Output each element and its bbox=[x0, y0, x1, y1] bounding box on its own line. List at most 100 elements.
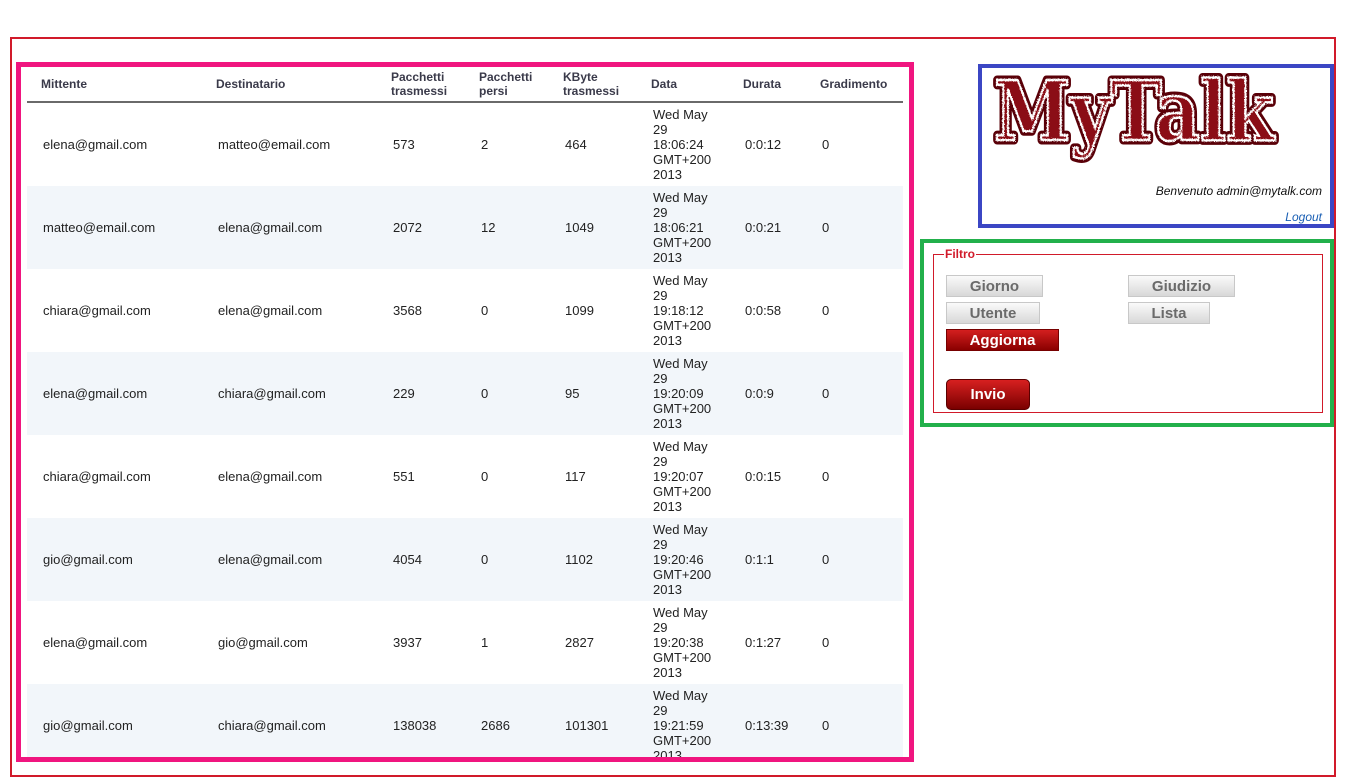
table-header-row: Mittente Destinatario Pacchetti trasmessi… bbox=[27, 67, 903, 103]
cell-rating: 0 bbox=[806, 518, 903, 601]
cell-duration: 0:1:1 bbox=[729, 518, 806, 601]
column-header-packets-sent[interactable]: Pacchetti trasmessi bbox=[377, 67, 465, 103]
header-line: trasmessi bbox=[563, 84, 620, 98]
call-log-table: Mittente Destinatario Pacchetti trasmessi… bbox=[27, 67, 903, 757]
cell-rating: 0 bbox=[822, 303, 830, 318]
utente-button[interactable]: Utente bbox=[946, 302, 1040, 324]
cell-packets-sent: 2072 bbox=[377, 186, 465, 269]
column-header-recipient[interactable]: Destinatario bbox=[202, 67, 377, 103]
table-row[interactable]: gio@gmail.com elena@gmail.com 4054 0 110… bbox=[27, 518, 903, 601]
cell-packets-lost: 0 bbox=[465, 352, 549, 435]
cell-sender: chiara@gmail.com bbox=[43, 303, 151, 318]
cell-packets-lost: 0 bbox=[465, 518, 549, 601]
column-header-packets-lost[interactable]: Pacchetti persi bbox=[465, 67, 549, 103]
cell-rating: 0 bbox=[822, 635, 830, 650]
cell-recipient: chiara@gmail.com bbox=[202, 684, 377, 757]
header-line: KByte bbox=[563, 70, 598, 84]
column-header-kbyte[interactable]: KByte trasmessi bbox=[549, 67, 637, 103]
table-row[interactable]: elena@gmail.com chiara@gmail.com 229 0 9… bbox=[27, 352, 903, 435]
table-row[interactable]: chiara@gmail.com elena@gmail.com 3568 0 … bbox=[27, 269, 903, 352]
table-row[interactable]: gio@gmail.com chiara@gmail.com 138038 26… bbox=[27, 684, 903, 757]
filter-legend: Filtro bbox=[945, 247, 975, 261]
cell-duration: 0:13:39 bbox=[729, 684, 806, 757]
cell-date: Wed May 29 19:18:12 GMT+200 2013 bbox=[653, 273, 712, 348]
cell-packets-lost: 2 bbox=[481, 137, 489, 152]
table-row[interactable]: elena@gmail.com gio@gmail.com 3937 1 282… bbox=[27, 601, 903, 684]
cell-packets-sent: 229 bbox=[377, 352, 465, 435]
cell-recipient: matteo@email.com bbox=[218, 137, 331, 152]
aggiorna-button[interactable]: Aggiorna bbox=[946, 329, 1059, 351]
cell-date: Wed May 29 19:20:07 GMT+200 2013 bbox=[653, 439, 712, 514]
cell-duration: 0:0:9 bbox=[729, 352, 806, 435]
cell-rating: 0 bbox=[806, 684, 903, 757]
cell-kbyte: 101301 bbox=[549, 684, 637, 757]
cell-packets-sent: 3937 bbox=[393, 635, 422, 650]
cell-sender: matteo@email.com bbox=[27, 186, 202, 269]
cell-sender: gio@gmail.com bbox=[27, 518, 202, 601]
cell-packets-sent: 138038 bbox=[377, 684, 465, 757]
cell-date: Wed May 29 18:06:21 GMT+200 2013 bbox=[637, 186, 729, 269]
cell-recipient: elena@gmail.com bbox=[218, 469, 323, 484]
column-header-duration[interactable]: Durata bbox=[729, 67, 806, 103]
header-line: Pacchetti bbox=[479, 70, 533, 84]
filter-fieldset: Filtro Giorno Giudizio Utente Lista Aggi… bbox=[933, 247, 1323, 413]
cell-packets-sent: 551 bbox=[393, 469, 415, 484]
invio-button[interactable]: Invio bbox=[946, 379, 1030, 410]
table-row[interactable]: matteo@email.com elena@gmail.com 2072 12… bbox=[27, 186, 903, 269]
table-row[interactable]: chiara@gmail.com elena@gmail.com 551 0 1… bbox=[27, 435, 903, 518]
giorno-button[interactable]: Giorno bbox=[946, 275, 1043, 297]
column-header-date[interactable]: Data bbox=[637, 67, 729, 103]
cell-kbyte: 1049 bbox=[549, 186, 637, 269]
cell-rating: 0 bbox=[822, 469, 830, 484]
cell-packets-lost: 0 bbox=[481, 303, 489, 318]
header-line: Pacchetti bbox=[391, 70, 445, 84]
cell-date: Wed May 29 19:20:09 GMT+200 2013 bbox=[637, 352, 729, 435]
cell-duration: 0:0:15 bbox=[745, 469, 782, 484]
cell-kbyte: 117 bbox=[565, 469, 586, 484]
cell-duration: 0:0:21 bbox=[729, 186, 806, 269]
cell-kbyte: 1099 bbox=[565, 303, 594, 318]
welcome-message: Benvenuto admin@mytalk.com bbox=[1155, 184, 1322, 198]
cell-recipient: elena@gmail.com bbox=[202, 518, 377, 601]
column-header-sender[interactable]: Mittente bbox=[27, 67, 202, 103]
cell-duration: 0:0:12 bbox=[745, 137, 782, 152]
cell-date: Wed May 29 19:20:38 GMT+200 2013 bbox=[653, 605, 712, 680]
table-row[interactable]: elena@gmail.com matteo@email.com 573 2 4… bbox=[27, 102, 903, 186]
logout-link[interactable]: Logout bbox=[1285, 210, 1322, 224]
cell-sender: elena@gmail.com bbox=[27, 352, 202, 435]
cell-packets-lost: 12 bbox=[465, 186, 549, 269]
cell-packets-sent: 3568 bbox=[393, 303, 422, 318]
cell-date: Wed May 29 19:21:59 GMT+200 2013 bbox=[637, 684, 729, 757]
cell-sender: chiara@gmail.com bbox=[43, 469, 151, 484]
cell-sender: elena@gmail.com bbox=[43, 137, 148, 152]
brand-panel: MyTalk MyTalk Benvenuto admin@mytalk.com… bbox=[978, 60, 1334, 228]
cell-kbyte: 1102 bbox=[549, 518, 637, 601]
cell-recipient: chiara@gmail.com bbox=[202, 352, 377, 435]
giudizio-button[interactable]: Giudizio bbox=[1128, 275, 1235, 297]
column-header-rating[interactable]: Gradimento bbox=[806, 67, 903, 103]
cell-duration: 0:0:58 bbox=[745, 303, 782, 318]
cell-rating: 0 bbox=[806, 352, 903, 435]
lista-button[interactable]: Lista bbox=[1128, 302, 1210, 324]
cell-packets-lost: 1 bbox=[481, 635, 489, 650]
cell-recipient: elena@gmail.com bbox=[202, 186, 377, 269]
cell-kbyte: 464 bbox=[565, 137, 587, 152]
cell-duration: 0:1:27 bbox=[745, 635, 782, 650]
call-log-panel: Mittente Destinatario Pacchetti trasmessi… bbox=[16, 62, 914, 762]
cell-packets-sent: 573 bbox=[393, 137, 415, 152]
cell-date: Wed May 29 18:06:24 GMT+200 2013 bbox=[653, 107, 712, 182]
header-line: trasmessi bbox=[391, 84, 448, 98]
cell-rating: 0 bbox=[806, 186, 903, 269]
mytalk-logo-graphic: MyTalk MyTalk bbox=[990, 60, 1281, 165]
cell-packets-sent: 4054 bbox=[377, 518, 465, 601]
cell-recipient: elena@gmail.com bbox=[218, 303, 323, 318]
cell-packets-lost: 0 bbox=[481, 469, 489, 484]
cell-sender: elena@gmail.com bbox=[43, 635, 148, 650]
cell-sender: gio@gmail.com bbox=[27, 684, 202, 757]
cell-kbyte: 2827 bbox=[565, 635, 594, 650]
header-line: persi bbox=[479, 84, 508, 98]
mytalk-logo: MyTalk MyTalk bbox=[990, 60, 1290, 168]
cell-packets-lost: 2686 bbox=[465, 684, 549, 757]
cell-date: Wed May 29 19:20:46 GMT+200 2013 bbox=[637, 518, 729, 601]
logo-text: MyTalk bbox=[994, 72, 1276, 160]
